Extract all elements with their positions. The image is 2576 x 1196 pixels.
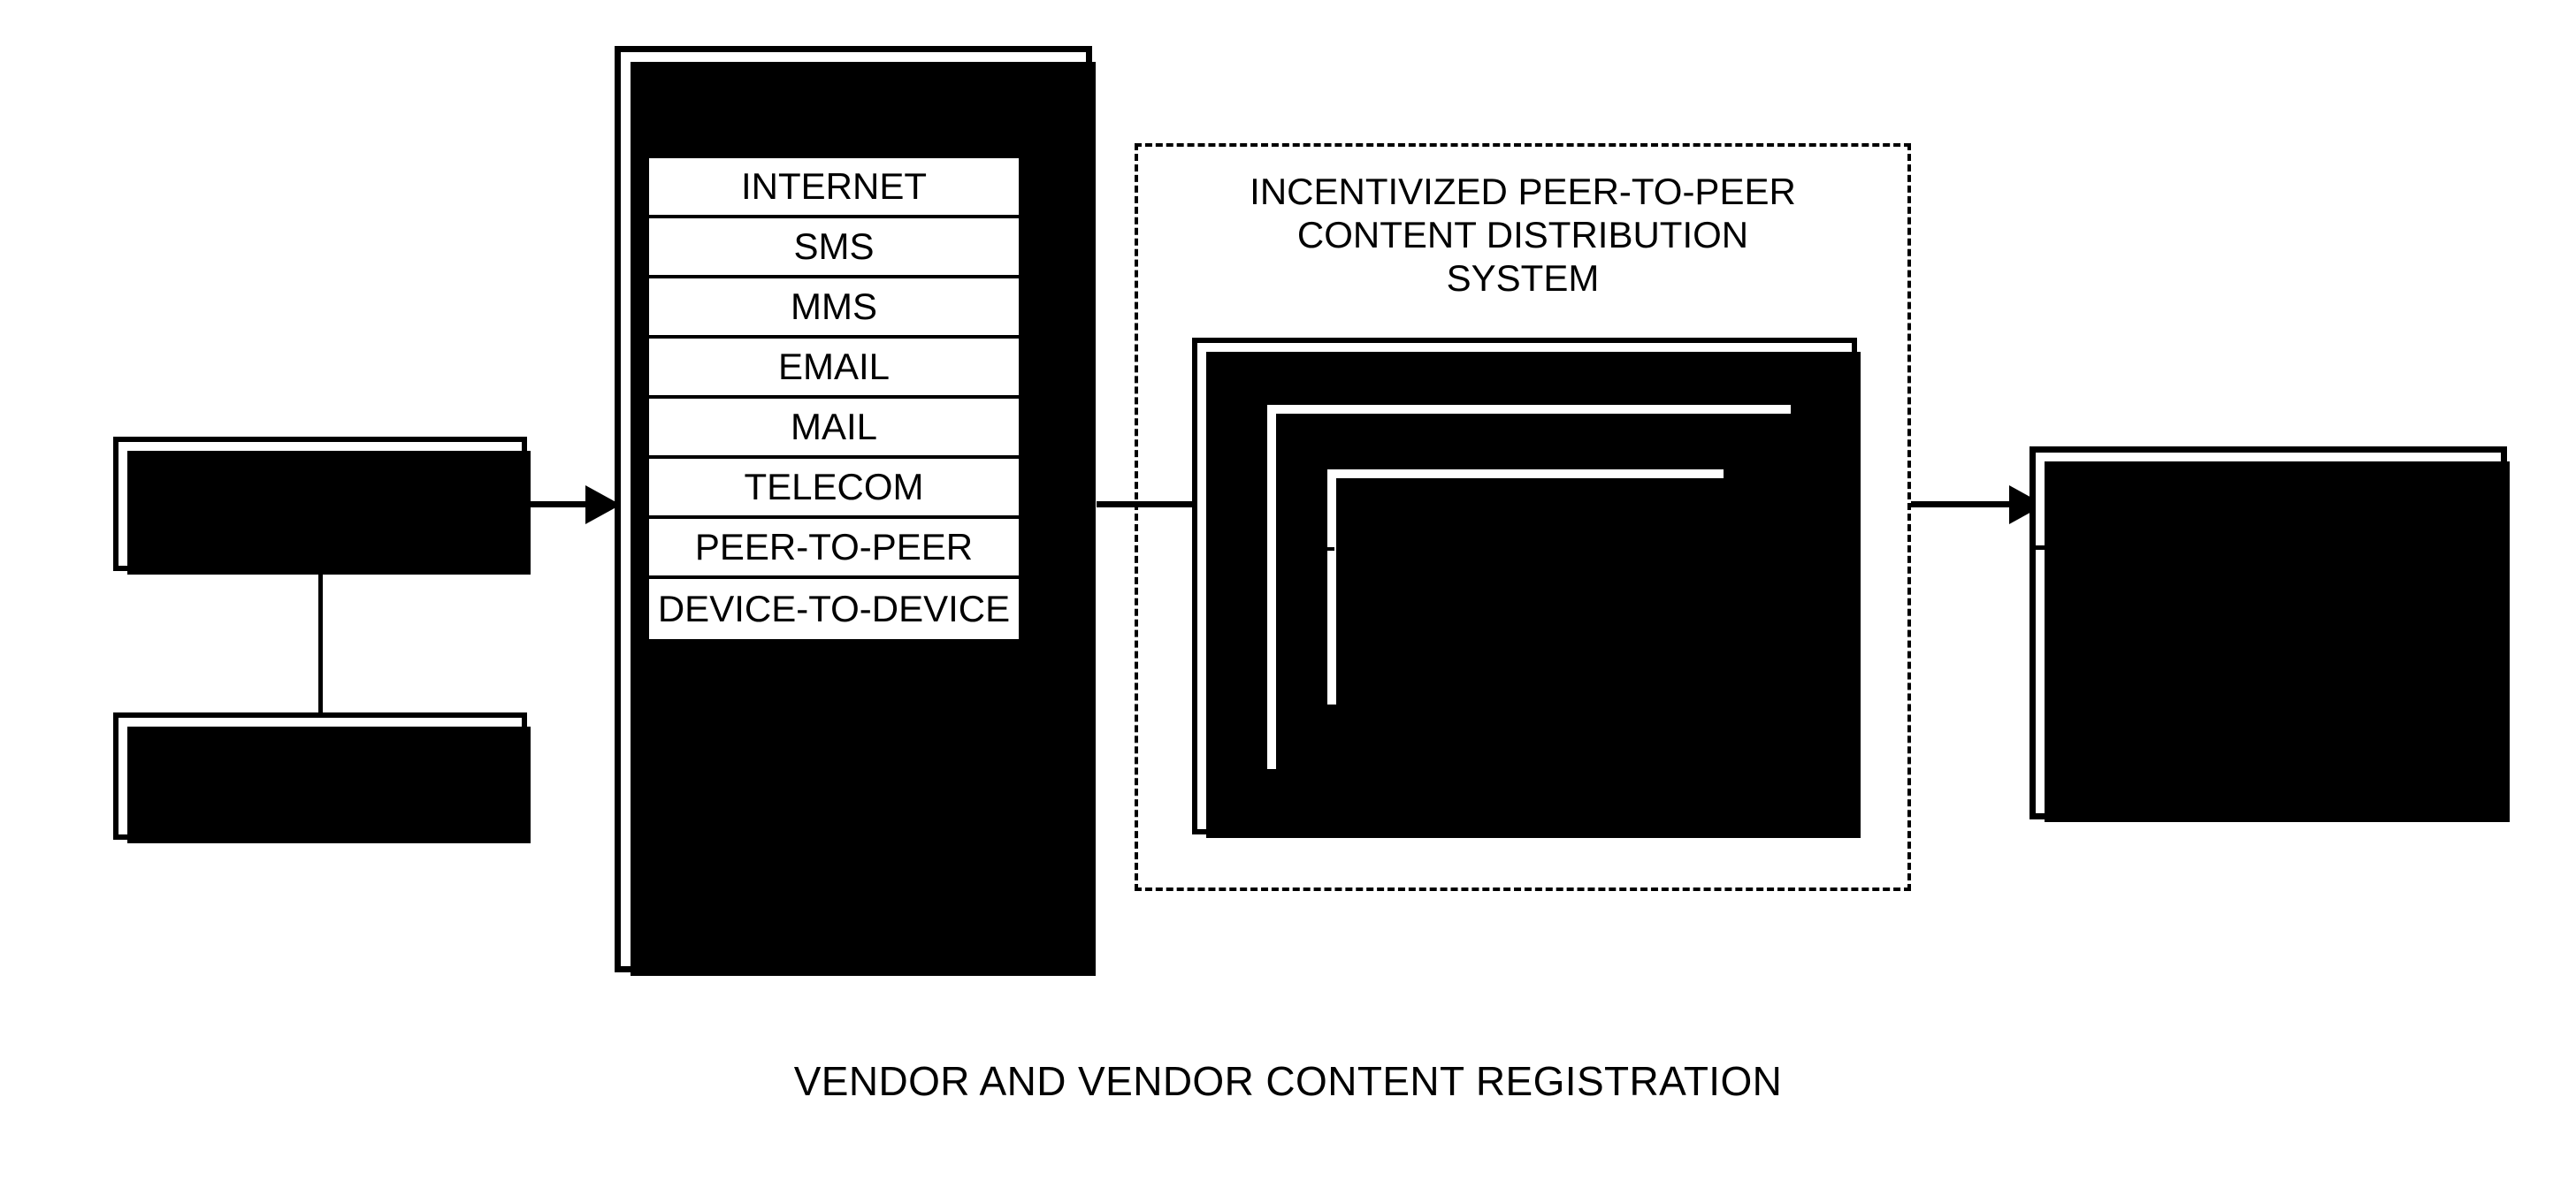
vendor-account-label: VENDOR ACCOUNT — [1327, 469, 1724, 551]
communication-means-box: COMMUNICATION MEANS INTERNET SMS MMS EMA… — [615, 46, 1096, 976]
right-gutter — [2437, 545, 2501, 813]
content-creator-vendor-label: CONTENT CREATOR/VENDOR — [136, 460, 504, 547]
left-gutter — [2036, 545, 2099, 813]
list-item[interactable]: TELECOM — [649, 459, 1019, 519]
vendor-content-item-box: VENDOR CONTENT ITEM — [113, 712, 531, 843]
diagram-canvas: CONTENT CREATOR/VENDOR VENDOR CONTENT IT… — [0, 0, 2576, 1196]
list-item[interactable]: SMS — [649, 218, 1019, 278]
list-item[interactable]: MAIL — [649, 399, 1019, 459]
vendor-content-item-inner-label: VENDOR CONTENT ITEM — [1386, 584, 1665, 669]
incentivized-p2p-system-title: INCENTIVIZED PEER-TO-PEER CONTENT DISTRI… — [1250, 171, 1796, 300]
list-item[interactable]: PEER-TO-PEER — [649, 519, 1019, 579]
communication-means-list: INTERNET SMS MMS EMAIL MAIL TELECOM PEER… — [645, 154, 1023, 644]
vendor-account-box: VENDOR ACCOUNT VENDOR CONTENT ITEM — [1321, 463, 1732, 713]
registration-label: REGISTRATION — [1391, 414, 1667, 455]
list-item[interactable]: MMS — [649, 278, 1019, 339]
code-cells: PRODUCT CODE VENDOR CODE — [2099, 545, 2437, 813]
vendor-registered-content-item-body: PRODUCT CODE VENDOR CODE — [2036, 545, 2501, 813]
vendor-registered-content-item-box: VENDOR REGISTERED CONTENT ITEM PRODUCT C… — [2029, 446, 2510, 822]
gui-label: GUI — [1491, 355, 1558, 397]
vendor-code-cell[interactable]: VENDOR CODE — [2099, 682, 2437, 813]
list-item[interactable]: EMAIL — [649, 339, 1019, 399]
communication-means-title: COMMUNICATION MEANS — [693, 65, 1013, 149]
figure-caption: VENDOR AND VENDOR CONTENT REGISTRATION — [793, 1058, 1783, 1104]
vendor-registered-content-item-header: VENDOR REGISTERED CONTENT ITEM — [2036, 453, 2501, 550]
product-code-cell[interactable]: PRODUCT CODE — [2099, 545, 2437, 682]
creator-to-vendor-content-connector — [318, 571, 323, 712]
vendor-content-item-label: VENDOR CONTENT ITEM — [173, 732, 467, 819]
list-item[interactable]: INTERNET — [649, 158, 1019, 218]
content-creator-vendor-box: CONTENT CREATOR/VENDOR — [113, 437, 531, 575]
list-item[interactable]: DEVICE-TO-DEVICE — [649, 579, 1019, 639]
